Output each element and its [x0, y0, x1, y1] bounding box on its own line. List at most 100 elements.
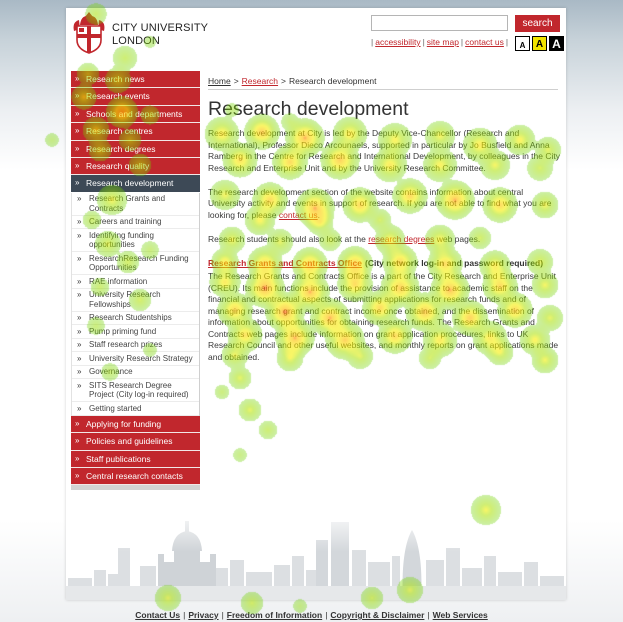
sidebar-subitem-pump-priming-fund[interactable]: » Pump priming fund: [72, 325, 199, 339]
chevron-double-right-icon: »: [77, 367, 82, 377]
sidebar-item-applying-for-funding[interactable]: » Applying for funding: [71, 415, 200, 434]
breadcrumb-home[interactable]: Home: [208, 76, 231, 86]
sidebar-item-policies-and-guidelines[interactable]: » Policies and guidelines: [71, 433, 200, 451]
chevron-double-right-icon: »: [75, 418, 80, 428]
sidebar-item-label: ResearchResearch Funding Opportunities: [89, 253, 189, 273]
sidebar-item-research-news[interactable]: » Research news: [71, 71, 200, 89]
sidebar-secondary-list: » Applying for funding » Policies and guide…: [71, 415, 200, 486]
footer-separator: |: [427, 610, 430, 620]
utility-link-contact-us[interactable]: contact us: [465, 37, 504, 47]
sidebar-item-staff-publications[interactable]: » Staff publications: [71, 450, 200, 468]
sidebar-submenu: » Research Grants and Contracts » Careers a…: [71, 192, 200, 416]
link-separator: |: [460, 37, 464, 47]
utility-link-accessibility[interactable]: accessibility: [375, 37, 420, 47]
sidebar-item-central-research-contacts[interactable]: » Central research contacts: [71, 467, 200, 486]
sidebar-subitem-getting-started[interactable]: » Getting started: [72, 402, 199, 416]
utility-link-site-map[interactable]: site map: [427, 37, 459, 47]
sidebar-item-research-events[interactable]: » Research events: [71, 88, 200, 106]
grants-office-paragraph: The Research Grants and Contracts Office…: [208, 271, 559, 362]
sidebar-item-label: Careers and training: [89, 217, 162, 227]
sidebar-item-research-development[interactable]: » Research development: [71, 175, 200, 193]
chevron-double-right-icon: »: [77, 340, 82, 350]
sidebar-subitem-careers-and-training[interactable]: » Careers and training: [72, 216, 199, 230]
footer-separator: |: [221, 610, 224, 620]
sidebar-subitem-rae-information[interactable]: » RAE information: [72, 275, 199, 289]
sidebar-subitem-sits-research-degree-project-city-log-in-required[interactable]: » SITS Research Degree Project (City log-…: [72, 379, 199, 403]
sidebar-item-label: Governance: [89, 367, 133, 377]
page-title: Research development: [208, 98, 409, 120]
utility-links: | accessibility | site map | contact us |: [369, 37, 510, 48]
sidebar-item-label: Staff publications: [86, 453, 151, 464]
grants-office-heading: Research Grants and Contracts Office (Cit…: [208, 258, 560, 270]
link-separator: |: [422, 37, 425, 47]
breadcrumb-current: Research development: [289, 76, 377, 86]
text-size-small-button[interactable]: A: [515, 36, 530, 51]
footer-link-freedom-of-information[interactable]: Freedom of Information: [227, 610, 322, 620]
sidebar-navigation: » Research news » Research events » Schools a…: [71, 71, 200, 491]
sidebar-item-label: SITS Research Degree Project (City log-i…: [89, 380, 189, 400]
sidebar-subitem-research-grants-and-contracts[interactable]: » Research Grants and Contracts: [72, 193, 199, 216]
sidebar-item-research-centres[interactable]: » Research centres: [71, 123, 200, 141]
chevron-double-right-icon: »: [77, 380, 82, 390]
sidebar-subitem-university-research-strategy[interactable]: » University Research Strategy: [72, 352, 199, 366]
sidebar-item-label: Research events: [86, 91, 150, 102]
footer-link-web-services[interactable]: Web Services: [433, 610, 488, 620]
sidebar-subitem-identifying-funding-opportunities[interactable]: » Identifying funding opportunities: [72, 229, 199, 253]
footer-link-contact-us[interactable]: Contact Us: [135, 610, 180, 620]
contact-us-link[interactable]: contact us: [279, 210, 318, 220]
chevron-double-right-icon: »: [77, 253, 82, 263]
sidebar-item-label: Research degrees: [86, 143, 156, 154]
sidebar-item-research-quality[interactable]: » Research quality: [71, 157, 200, 176]
sidebar-item-label: University Research Strategy: [89, 353, 193, 363]
section-info-text: The research development section of the …: [208, 186, 552, 220]
chevron-double-right-icon: »: [75, 126, 80, 136]
footer-link-copyright-disclaimer[interactable]: Copyright & Disclaimer: [330, 610, 424, 620]
sidebar-item-schools-and-departments[interactable]: » Schools and departments: [71, 105, 200, 124]
sidebar-subitem-university-research-fellowships[interactable]: » University Research Fellowships: [72, 289, 199, 312]
students-text-end: web pages.: [434, 233, 481, 244]
chevron-double-right-icon: »: [77, 326, 82, 336]
sidebar-item-research-degrees[interactable]: » Research degrees: [71, 140, 200, 158]
chevron-double-right-icon: »: [77, 403, 82, 413]
sidebar-bottom-bar: [71, 485, 200, 491]
sidebar-subitem-research-studentships[interactable]: » Research Studentships: [72, 312, 199, 326]
search-button[interactable]: search: [515, 15, 560, 32]
sidebar-item-label: RAE information: [89, 276, 148, 286]
sidebar-subitem-researchresearch-funding-opportunities[interactable]: » ResearchResearch Funding Opportunities: [72, 252, 199, 276]
students-text: Research students should also look at th…: [208, 233, 369, 244]
section-info-paragraph: The research development section of the …: [208, 187, 560, 222]
text-size-medium-button[interactable]: A: [532, 36, 547, 51]
text-size-controls: A A A: [515, 36, 564, 51]
section-info-end: .: [317, 209, 321, 220]
sidebar-item-label: Research centres: [86, 126, 153, 137]
sidebar-item-label: Research Studentships: [89, 313, 172, 323]
chevron-double-right-icon: »: [75, 470, 80, 480]
sidebar-item-label: Policies and guidelines: [86, 436, 173, 447]
search-input[interactable]: [371, 15, 508, 31]
research-degrees-link[interactable]: research degrees: [368, 234, 434, 244]
breadcrumb-research[interactable]: Research: [242, 76, 278, 86]
chevron-double-right-icon: »: [77, 194, 82, 204]
chevron-double-right-icon: »: [75, 453, 80, 463]
sidebar-item-label: Pump priming fund: [89, 326, 157, 336]
chevron-double-right-icon: »: [75, 178, 80, 188]
breadcrumb-separator: >: [281, 76, 287, 86]
breadcrumb-separator: >: [233, 76, 239, 86]
sidebar-subitem-staff-research-prizes[interactable]: » Staff research prizes: [72, 339, 199, 353]
footer-link-privacy[interactable]: Privacy: [188, 610, 218, 620]
students-paragraph: Research students should also look at th…: [208, 234, 560, 246]
sidebar-item-label: Getting started: [89, 403, 142, 413]
sidebar-subitem-governance[interactable]: » Governance: [72, 366, 199, 380]
link-separator: |: [371, 37, 374, 47]
sidebar-primary-list: » Research news » Research events » Schools a…: [71, 71, 200, 176]
text-size-large-button[interactable]: A: [549, 36, 564, 51]
sidebar-item-label: Research quality: [86, 160, 150, 171]
breadcrumb: Home > Research > Research development: [208, 76, 558, 90]
grants-office-link[interactable]: Research Grants and Contracts Office: [208, 258, 362, 268]
chevron-double-right-icon: »: [75, 74, 80, 83]
sidebar-item-label: Applying for funding: [86, 418, 162, 429]
chevron-double-right-icon: »: [75, 160, 80, 170]
university-logo-link[interactable]: CITY UNIVERSITY LONDON: [70, 11, 210, 57]
sidebar-item-label: Research development: [86, 178, 174, 189]
sidebar-item-label: University Research Fellowships: [89, 290, 161, 309]
